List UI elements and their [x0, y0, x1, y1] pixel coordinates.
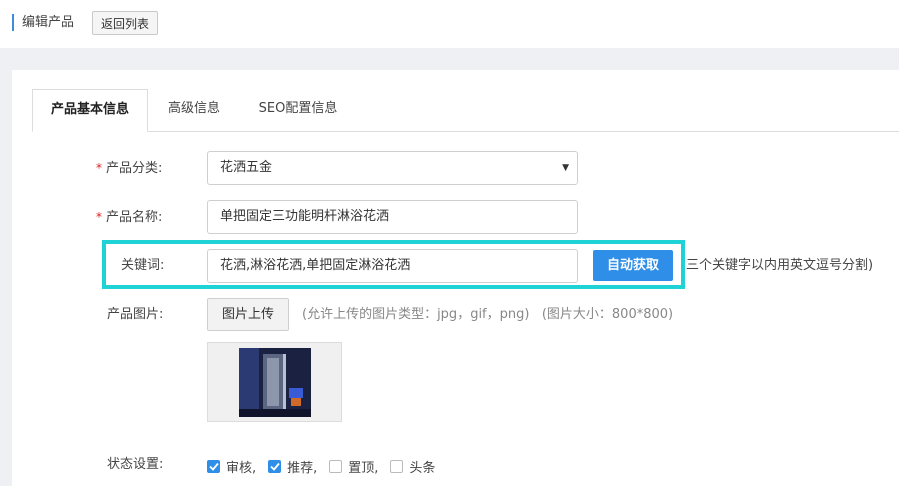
- review-checkbox[interactable]: [207, 459, 220, 473]
- title-accent-bar: [12, 14, 14, 31]
- top-label: 置顶,: [348, 460, 379, 476]
- recommend-checkbox[interactable]: [268, 459, 282, 473]
- status-label: 状态设置:: [107, 457, 164, 472]
- status-headline-option[interactable]: 头条: [390, 457, 435, 476]
- name-label: * 产品名称:: [96, 207, 162, 228]
- check-icon: [208, 462, 219, 471]
- status-options: 审核, 推荐, 置顶, 头条: [207, 456, 447, 476]
- tab-advanced-info[interactable]: 高级信息: [148, 89, 240, 131]
- image-hint: (允许上传的图片类型：jpg，gif，png) (图片大小：800*800): [302, 307, 674, 322]
- name-label-text: 产品名称:: [106, 210, 163, 225]
- status-review-option[interactable]: 审核,: [207, 457, 256, 476]
- header-separator: [0, 48, 899, 70]
- category-select[interactable]: 花洒五金 ▼: [207, 151, 578, 185]
- category-label: * 产品分类:: [96, 158, 162, 179]
- headline-label: 头条: [409, 460, 436, 476]
- review-label: 审核,: [226, 460, 257, 476]
- image-upload-button[interactable]: 图片上传: [207, 298, 289, 331]
- keywords-hint: 三个关键字以内用英文逗号分割): [686, 258, 874, 273]
- left-gutter: [0, 48, 12, 486]
- page-title: 编辑产品: [22, 15, 75, 30]
- status-top-option[interactable]: 置顶,: [329, 457, 378, 476]
- required-mark: *: [96, 210, 102, 224]
- image-preview-box: [207, 342, 342, 422]
- keywords-input[interactable]: 花洒,淋浴花洒,单把固定淋浴花洒: [207, 249, 578, 283]
- category-selected-value: 花洒五金: [220, 160, 273, 175]
- status-recommend-option[interactable]: 推荐,: [268, 457, 317, 476]
- chevron-down-icon: ▼: [562, 163, 569, 173]
- tab-seo-config[interactable]: SEO配置信息: [242, 89, 354, 131]
- recommend-label: 推荐,: [287, 460, 318, 476]
- check-icon: [270, 462, 280, 471]
- product-thumbnail: [239, 348, 311, 417]
- headline-checkbox[interactable]: [390, 459, 404, 473]
- auto-fetch-button[interactable]: 自动获取: [593, 250, 673, 281]
- tab-bar: 产品基本信息 高级信息 SEO配置信息: [32, 89, 899, 132]
- top-header: 编辑产品 返回列表: [0, 0, 899, 48]
- back-to-list-button[interactable]: 返回列表: [92, 11, 159, 35]
- shower-image: [239, 348, 311, 417]
- product-name-input[interactable]: 单把固定三功能明杆淋浴花洒: [207, 200, 578, 234]
- tab-basic-info[interactable]: 产品基本信息: [32, 89, 148, 132]
- category-label-text: 产品分类:: [106, 161, 163, 176]
- keywords-label: 关键词:: [121, 258, 165, 273]
- top-checkbox[interactable]: [329, 459, 343, 473]
- required-mark: *: [96, 161, 102, 175]
- image-label: 产品图片:: [107, 307, 164, 322]
